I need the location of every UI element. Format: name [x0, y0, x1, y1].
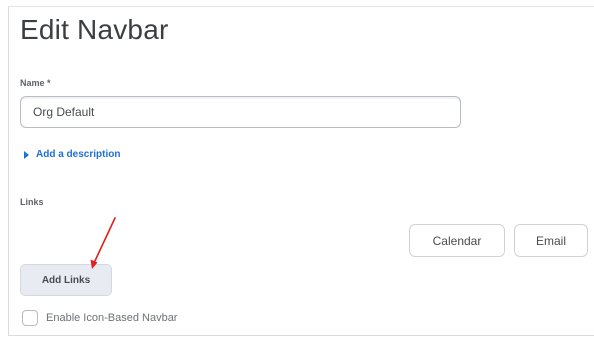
icon-navbar-option: Enable Icon-Based Navbar	[22, 310, 177, 326]
icon-navbar-label: Enable Icon-Based Navbar	[46, 312, 178, 324]
page-title: Edit Navbar	[20, 14, 169, 45]
link-chip-email[interactable]: Email	[514, 224, 588, 257]
icon-navbar-checkbox[interactable]	[22, 310, 38, 326]
name-input[interactable]	[20, 96, 461, 128]
links-label: Links	[20, 197, 44, 207]
add-links-button[interactable]: Add Links	[20, 264, 112, 296]
caret-right-icon	[24, 150, 29, 159]
link-chip-calendar[interactable]: Calendar	[409, 224, 505, 257]
add-description-toggle[interactable]: Add a description	[24, 149, 120, 160]
add-description-label: Add a description	[36, 149, 121, 160]
name-label: Name *	[20, 78, 51, 88]
